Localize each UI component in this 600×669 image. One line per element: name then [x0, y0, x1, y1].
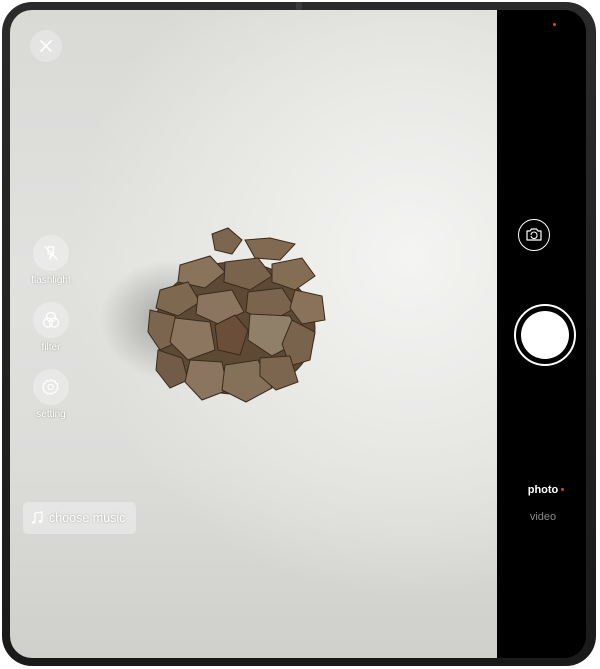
filter-icon	[42, 311, 60, 328]
filter-tool[interactable]: filter	[27, 302, 75, 353]
choose-music-label: choose music	[49, 511, 126, 525]
camera-screen: flashlight filter setting choose music	[10, 10, 586, 658]
flashlight-label: flashlight	[31, 275, 71, 286]
flashlight-button[interactable]	[33, 235, 69, 271]
setting-tool[interactable]: setting	[27, 369, 75, 420]
switch-camera-icon	[526, 228, 542, 241]
pine-cone-subject	[100, 227, 326, 403]
music-note-icon	[31, 511, 43, 524]
setting-button[interactable]	[33, 369, 69, 405]
choose-music-button[interactable]: choose music	[23, 502, 136, 534]
mode-selected-dot	[561, 488, 564, 491]
setting-label: setting	[36, 409, 66, 420]
flashlight-tool[interactable]: flashlight	[27, 235, 75, 286]
hinge	[296, 2, 302, 10]
gear-icon	[42, 378, 59, 395]
flashlight-off-icon	[44, 246, 58, 260]
shutter-button[interactable]	[514, 304, 576, 366]
close-icon	[40, 40, 52, 52]
filter-button[interactable]	[33, 302, 69, 338]
camera-viewfinder[interactable]: flashlight filter setting choose music	[10, 10, 497, 658]
close-button[interactable]	[30, 30, 62, 62]
mode-video[interactable]: video	[513, 511, 573, 523]
shutter-inner	[521, 311, 569, 359]
status-indicator-dot	[553, 23, 556, 26]
switch-camera-button[interactable]	[518, 219, 550, 251]
filter-label: filter	[41, 342, 61, 353]
mode-photo[interactable]: photo	[513, 484, 573, 496]
